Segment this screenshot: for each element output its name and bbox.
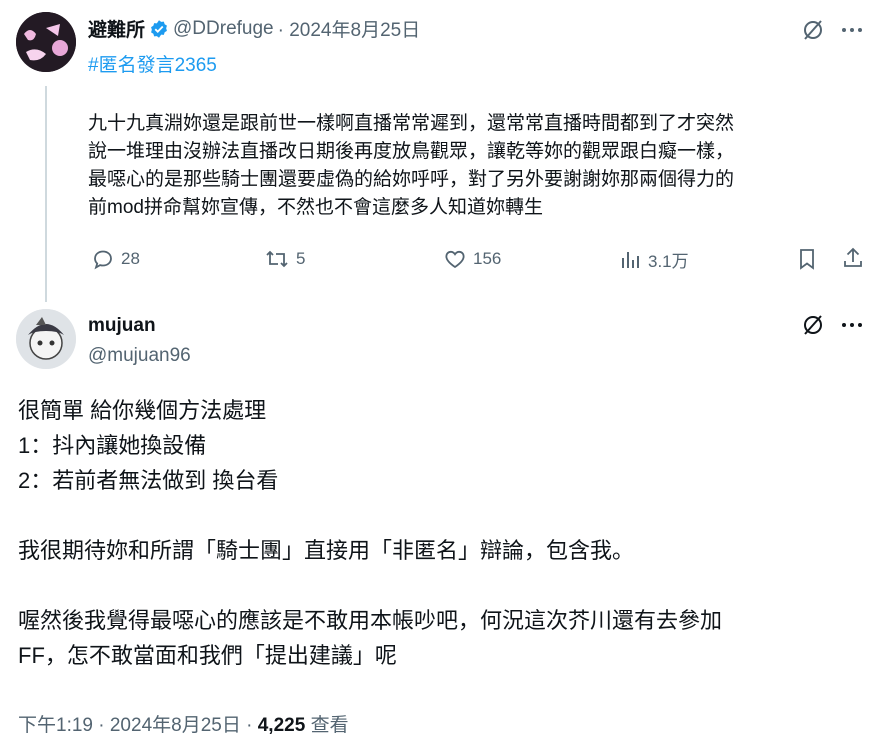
parent-text-line: 九十九真淵妳還是跟前世一樣啊直播常常遲到，還常常直播時間都到了才突然 [88,113,735,134]
share-icon[interactable] [841,246,865,270]
reply-avatar[interactable] [16,309,76,369]
parent-display-name[interactable]: 避難所 [88,15,145,42]
parent-hashtag[interactable]: #匿名發言2365 [88,50,217,77]
reply-count: 28 [121,249,140,268]
reply-view-label: 查看 [310,715,349,736]
like-button[interactable]: 156 [443,247,501,271]
more-icon[interactable] [841,27,863,33]
retweet-button[interactable]: 5 [264,247,305,271]
reply-timestamp[interactable]: 下午1:19 · 2024年8月25日 · [18,715,252,736]
retweet-icon [264,247,290,271]
parent-header: 避難所 @DDrefuge · 2024年8月25日 [88,15,420,42]
reply-text-line [18,498,868,533]
parent-text-line: 前mod拼命幫妳宣傳，不然也不會這麼多人知道妳轉生 [88,197,543,218]
parent-date[interactable]: · 2024年8月25日 [278,15,421,42]
thread-connector [45,86,47,302]
reply-text-line [18,568,868,603]
bookmark-icon[interactable] [796,247,818,271]
reply-text-line: FF，怎不敢當面和我們「提出建議」呢 [18,643,397,668]
like-count: 156 [473,249,502,268]
parent-avatar[interactable] [16,12,76,72]
like-icon [443,247,467,271]
retweet-count: 5 [296,249,306,268]
views-icon [620,248,642,272]
reply-handle[interactable]: @mujuan96 [88,345,191,367]
reply-text: 很簡單 給你幾個方法處理 1：抖內讓她換設備 2：若前者無法做到 換台看 我很期… [18,393,868,673]
grok-icon[interactable] [801,313,825,337]
parent-text: 九十九真淵妳還是跟前世一樣啊直播常常遲到，還常常直播時間都到了才突然 說一堆理由… [88,110,868,222]
verified-badge-icon [149,19,169,39]
reply-display-name[interactable]: mujuan [88,315,156,337]
parent-text-line: 說一堆理由沒辦法直播改日期後再度放鳥觀眾，讓乾等妳的觀眾跟白癡一樣， [88,141,735,162]
reply-text-line: 很簡單 給你幾個方法處理 [18,398,267,423]
reply-text-line: 2：若前者無法做到 換台看 [18,468,279,493]
views-count: 3.1万 [648,252,689,271]
reply-text-line: 我很期待妳和所謂「騎士團」直接用「非匿名」辯論，包含我。 [18,538,635,563]
more-icon[interactable] [841,322,863,328]
reply-icon [91,247,115,271]
parent-handle[interactable]: @DDrefuge [173,18,274,40]
parent-text-line: 最噁心的是那些騎士團還要虛偽的給妳呼呼，對了另外要謝謝妳那兩個得力的 [88,169,735,190]
reply-view-count: 4,225 [257,715,306,736]
grok-icon[interactable] [801,18,825,42]
reply-text-line: 喔然後我覺得最噁心的應該是不敢用本帳吵吧，何況這次芥川還有去參加 [18,608,723,633]
reply-text-line: 1：抖內讓她換設備 [18,433,207,458]
reply-button[interactable]: 28 [91,247,140,271]
reply-meta: 下午1:19 · 2024年8月25日 · 4,225 查看 [18,710,349,737]
views-button[interactable]: 3.1万 [620,247,689,272]
